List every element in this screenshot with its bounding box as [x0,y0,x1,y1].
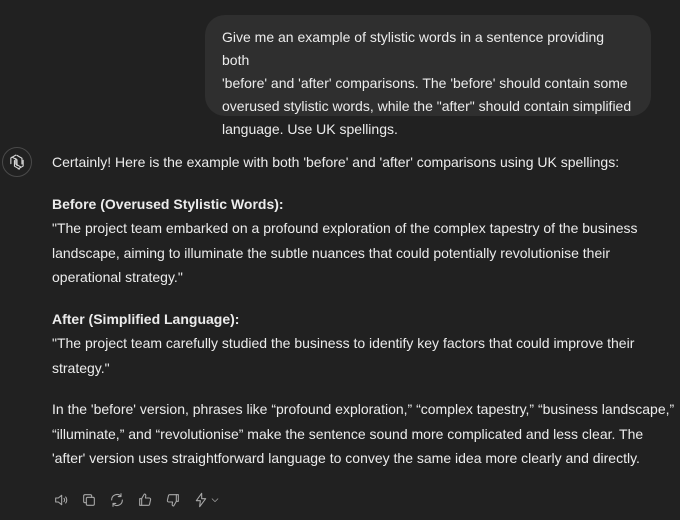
assistant-intro: Certainly! Here is the example with both… [52,154,620,170]
copy-icon [83,494,95,506]
copy-button[interactable] [79,490,99,510]
thumbs-up-icon [139,493,152,506]
good-response-button[interactable] [135,490,155,510]
before-heading: Before (Overused Stylistic Words): [52,195,284,212]
after-section: After (Simplified Language): "The projec… [52,307,678,381]
assistant-avatar [2,147,32,177]
openai-logo-icon [10,154,24,170]
message-actions-toolbar [51,489,221,511]
before-text: "The project team embarked on a profound… [52,220,638,285]
bad-response-button[interactable] [163,490,183,510]
user-message-line: language. Use UK spellings. [222,121,398,137]
assistant-summary: In the 'before' version, phrases like “p… [52,401,675,466]
speaker-icon [55,494,68,506]
user-message-bubble: Give me an example of stylistic words in… [205,15,651,137]
user-message-line: overused stylistic words, while the "aft… [222,98,632,114]
before-section: Before (Overused Stylistic Words): "The … [52,192,678,290]
after-text: "The project team carefully studied the … [52,335,635,376]
chevron-down-icon [211,498,218,502]
after-heading: After (Simplified Language): [52,310,240,327]
user-message-line: Give me an example of stylistic words in… [222,29,605,68]
regenerate-icon [111,493,123,507]
regenerate-button[interactable] [107,490,127,510]
assistant-message: Certainly! Here is the example with both… [52,150,678,471]
thumbs-down-icon [166,494,179,507]
switch-model-button[interactable] [191,490,221,510]
user-message-line: 'before' and 'after' comparisons. The 'b… [222,75,628,91]
read-aloud-button[interactable] [51,490,71,510]
sparkle-model-icon [195,492,206,508]
